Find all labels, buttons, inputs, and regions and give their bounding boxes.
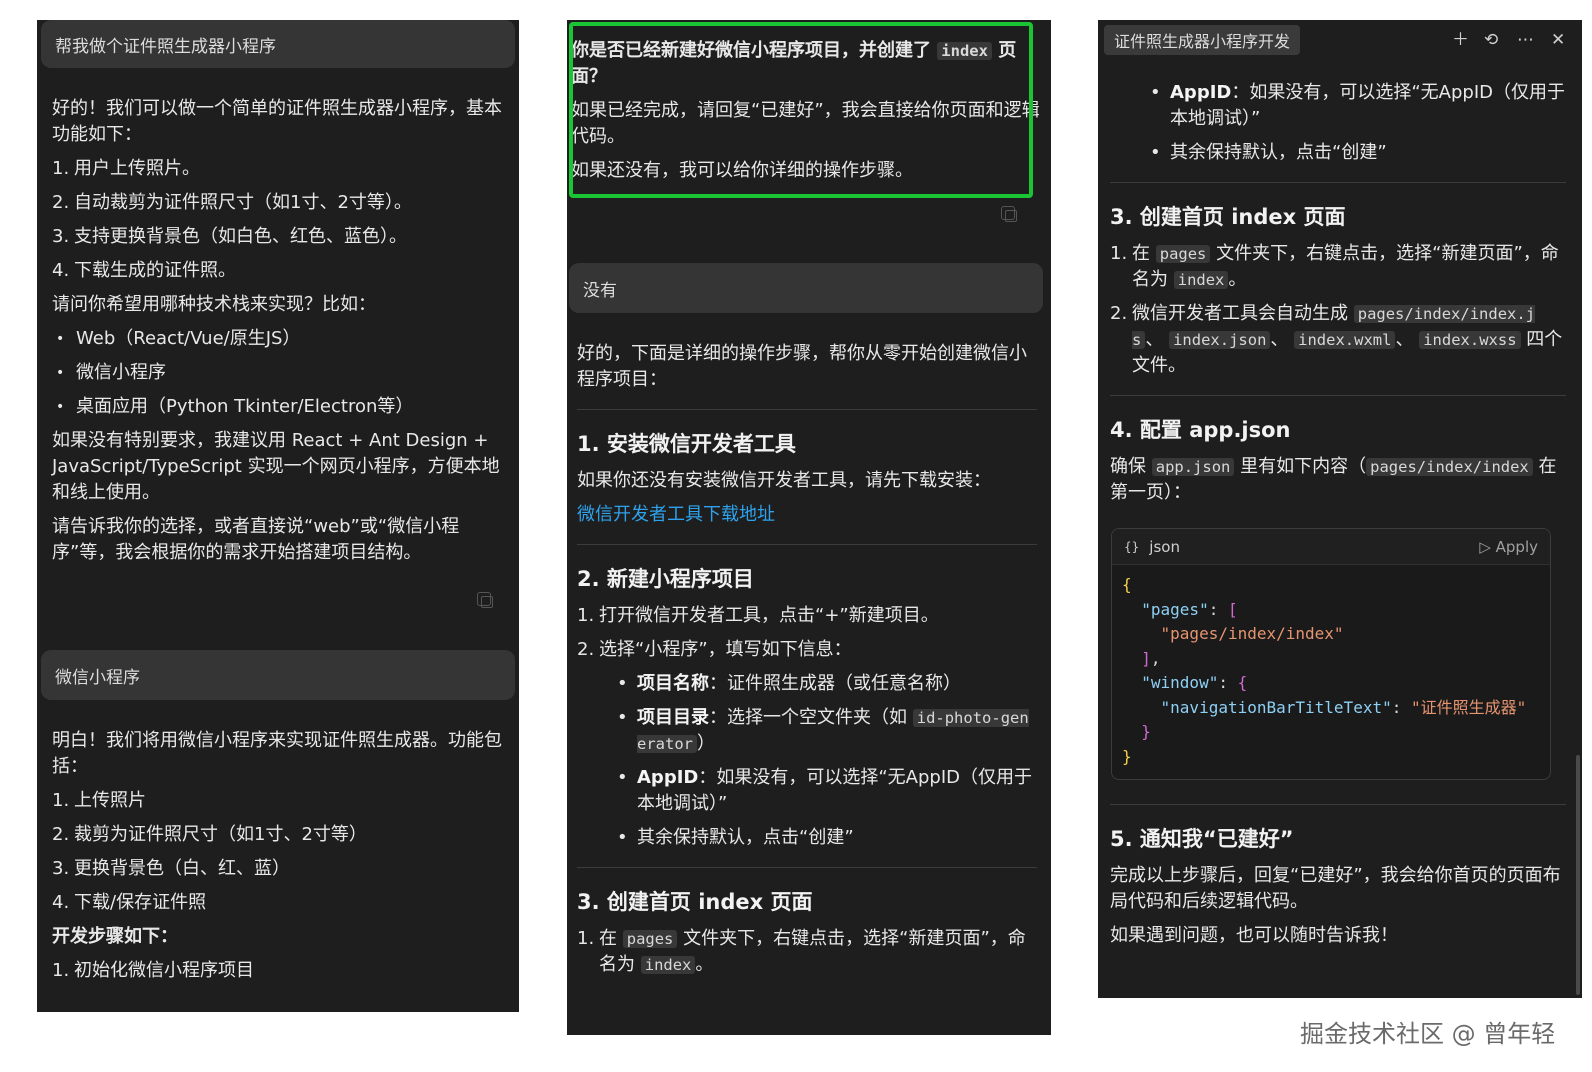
list-item: 3. 支持更换背景色（如白色、红色、蓝色）。 [52, 226, 407, 247]
list-item: • 桌面应用（Python Tkinter/Electron等） [56, 396, 414, 417]
user-message-bubble: 微信小程序 [41, 650, 515, 700]
braces-icon: {} [1124, 539, 1140, 554]
history-icon[interactable]: ⟲ [1484, 30, 1498, 50]
reply-closing: 请告诉我你的选择，或者直接说“web”或“微信小程序”等，我会根据你的需求开始搭… [52, 516, 460, 563]
section-heading: 3. 创建首页 index 页面 [577, 890, 813, 914]
highlight-box [569, 22, 1033, 198]
section-text: 如果你还没有安装微信开发者工具，请先下载安装： [577, 470, 991, 491]
top-bar: 证件照生成器小程序开发 ＋ ⟲ ⋯ ✕ [1098, 20, 1582, 60]
section-text: 完成以上步骤后，回复“已建好”，我会给你首页的页面布局代码和后续逻辑代码。 [1110, 865, 1561, 912]
plus-icon[interactable]: ＋ [1452, 30, 1469, 50]
user-message-text: 没有 [583, 280, 617, 301]
code-content: { "pages": [ "pages/index/index" ], "win… [1122, 575, 1527, 766]
list-item: 1. 在 pages 文件夹下，右键点击，选择“新建页面”，命名为 index。 [1110, 243, 1559, 290]
reply-suggestion: 如果没有特别要求，我建议用 React + Ant Design + JavaS… [52, 430, 500, 503]
scrollbar[interactable] [1576, 755, 1580, 995]
list-item: 3. 更换背景色（白、红、蓝） [52, 858, 290, 879]
divider [1110, 804, 1566, 805]
code-block-header: {} json ▷ Apply [1112, 529, 1550, 565]
reply-intro: 明白！我们将用微信小程序来实现证件照生成器。功能包括： [52, 730, 502, 777]
section-text: 确保 app.json 里有如下内容（ pages/index/index 在第一… [1110, 456, 1557, 503]
list-item: 4. 下载/保存证件照 [52, 892, 207, 913]
user-message-text: 帮我做个证件照生成器小程序 [55, 36, 276, 57]
steps-heading: 开发步骤如下： [52, 926, 178, 947]
chat-panel-left: 帮我做个证件照生成器小程序 好的！我们可以做一个简单的证件照生成器小程序，基本功… [37, 20, 519, 1012]
user-message-bubble: 帮我做个证件照生成器小程序 [41, 20, 515, 68]
list-item: 2. 微信开发者工具会自动生成 pages/index/index.js、 ind… [1110, 303, 1563, 376]
section-text: 如果遇到问题，也可以随时告诉我！ [1110, 925, 1398, 946]
reply-intro: 好的，下面是详细的操作步骤，帮你从零开始创建微信小程序项目： [577, 343, 1027, 390]
section-heading: 5. 通知我“已建好” [1110, 827, 1294, 851]
divider [577, 409, 1037, 410]
list-item: 1. 初始化微信小程序项目 [52, 960, 254, 981]
list-item: • 其余保持默认，点击“创建” [617, 827, 854, 848]
assistant-reply: 好的！我们可以做一个简单的证件照生成器小程序，基本功能如下： 1. 用户上传照片。… [52, 96, 507, 574]
code-block: {} json ▷ Apply { "pages": [ "pages/inde… [1111, 528, 1551, 780]
divider [577, 544, 1037, 545]
list-item: • AppID：如果没有，可以选择“无AppID（仅用于本地调试）” [1150, 82, 1566, 129]
list-item: 2. 选择“小程序”，填写如下信息： [577, 639, 852, 660]
watermark: 掘金技术社区 @ 曾年轻 [1300, 1020, 1556, 1048]
user-message-text: 微信小程序 [55, 667, 140, 688]
section-heading: 4. 配置 app.json [1110, 418, 1291, 442]
divider [1110, 182, 1566, 183]
list-item: 1. 上传照片 [52, 790, 146, 811]
list-item: 1. 用户上传照片。 [52, 158, 200, 179]
chat-panel-middle: 你是否已经新建好微信小程序项目，并创建了 index 页面？ 如果已经完成，请回… [567, 20, 1051, 1035]
section-heading: 2. 新建小程序项目 [577, 567, 754, 591]
list-item: 1. 打开微信开发者工具，点击“+”新建项目。 [577, 605, 939, 626]
tab-title[interactable]: 证件照生成器小程序开发 [1104, 25, 1301, 55]
list-item: • 项目名称：证件照生成器（或任意名称） [617, 673, 961, 694]
copy-icon[interactable] [477, 592, 493, 608]
section-heading: 1. 安装微信开发者工具 [577, 432, 796, 456]
list-item: 2. 裁剪为证件照尺寸（如1寸、2寸等） [52, 824, 367, 845]
assistant-reply: 明白！我们将用微信小程序来实现证件照生成器。功能包括： 1. 上传照片 2. 裁剪为… [52, 728, 507, 992]
section-heading: 3. 创建首页 index 页面 [1110, 205, 1346, 229]
list-item: • AppID：如果没有，可以选择“无AppID（仅用于本地调试）” [617, 767, 1033, 814]
reply-intro: 好的！我们可以做一个简单的证件照生成器小程序，基本功能如下： [52, 98, 502, 145]
chat-panel-right: 证件照生成器小程序开发 ＋ ⟲ ⋯ ✕ • AppID：如果没有，可以选择“无Ap… [1098, 20, 1582, 998]
apply-button[interactable]: ▷ Apply [1479, 538, 1538, 556]
list-item: • 其余保持默认，点击“创建” [1150, 142, 1387, 163]
user-message-bubble: 没有 [569, 263, 1043, 313]
divider [577, 867, 1037, 868]
assistant-reply: 5. 通知我“已建好” 完成以上步骤后，回复“已建好”，我会给你首页的页面布局代… [1110, 804, 1566, 957]
assistant-reply: • AppID：如果没有，可以选择“无AppID（仅用于本地调试）” • 其余保持默… [1110, 80, 1566, 514]
copy-icon[interactable] [1001, 206, 1017, 222]
list-item: • 项目目录：选择一个空文件夹（如 id-photo-generator） [617, 707, 1029, 754]
list-item: 1. 在 pages 文件夹下，右键点击，选择“新建页面”，命名为 index。 [577, 928, 1026, 975]
close-icon[interactable]: ✕ [1551, 30, 1565, 50]
more-icon[interactable]: ⋯ [1517, 30, 1534, 50]
code-language: json [1149, 537, 1180, 556]
download-link[interactable]: 微信开发者工具下载地址 [577, 504, 775, 525]
assistant-reply: 好的，下面是详细的操作步骤，帮你从零开始创建微信小程序项目： 1. 安装微信开发… [577, 341, 1037, 986]
list-item: 2. 自动裁剪为证件照尺寸（如1寸、2寸等）。 [52, 192, 412, 213]
list-item: • 微信小程序 [56, 362, 166, 383]
reply-question: 请问你希望用哪种技术栈来实现？比如： [52, 294, 376, 315]
list-item: 4. 下载生成的证件照。 [52, 260, 236, 281]
list-item: • Web（React/Vue/原生JS） [56, 328, 301, 349]
divider [1110, 395, 1566, 396]
